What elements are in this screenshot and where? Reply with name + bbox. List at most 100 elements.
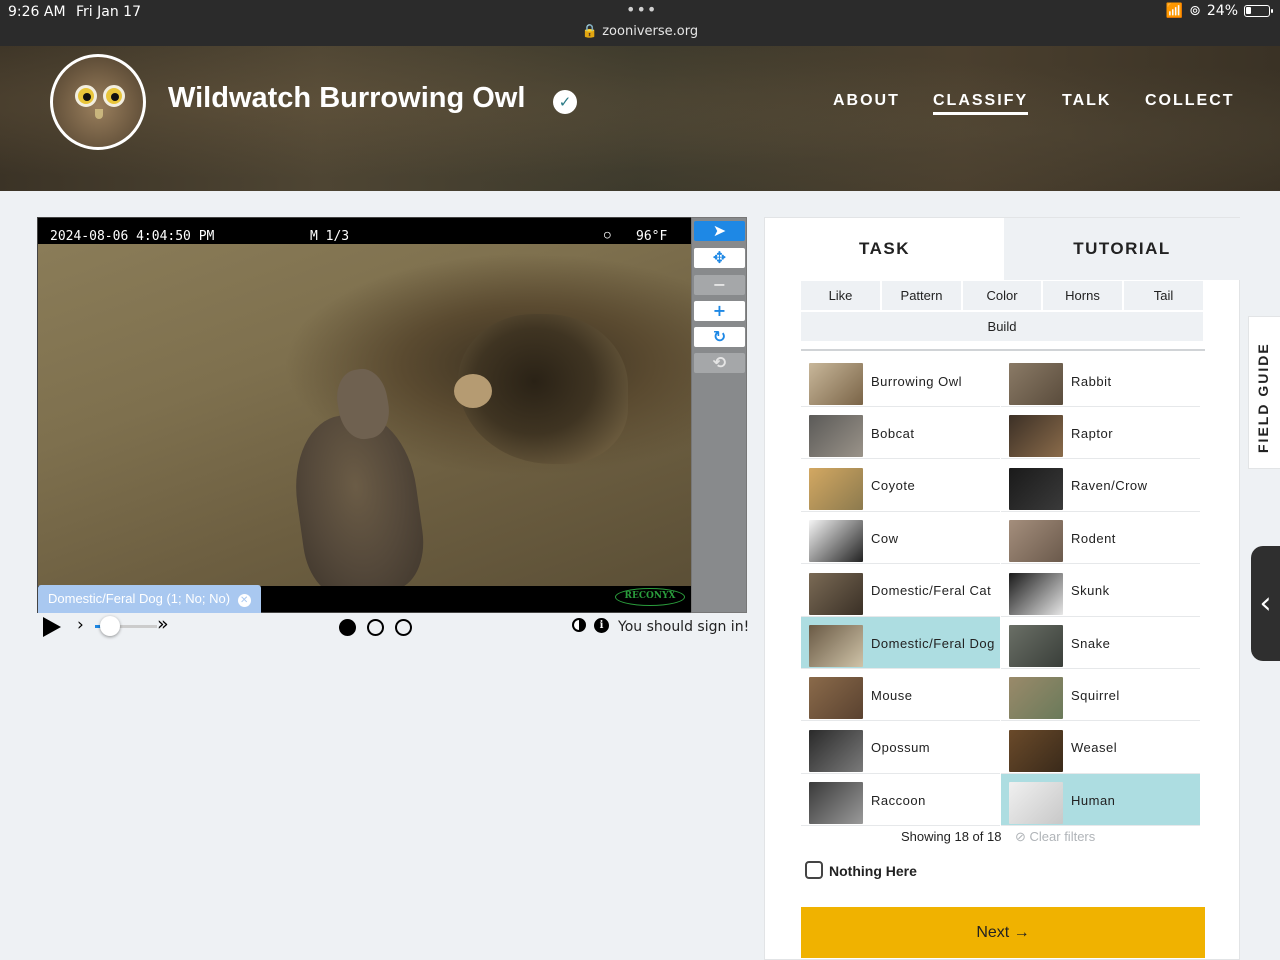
clock-time: 9:26 AM: [8, 4, 66, 20]
choice-rabbit[interactable]: Rabbit: [1001, 355, 1200, 407]
field-guide-tab[interactable]: FIELD GUIDE: [1248, 316, 1280, 469]
choice-weasel[interactable]: Weasel: [1001, 722, 1200, 774]
contrast-icon[interactable]: [572, 618, 586, 632]
choice-skunk[interactable]: Skunk: [1001, 565, 1200, 617]
owl-beak-icon: [95, 109, 103, 119]
status-bar: 9:26 AM Fri Jan 17 ••• 🔒 zooniverse.org …: [0, 0, 1280, 46]
address-bar[interactable]: 🔒 zooniverse.org: [0, 24, 1280, 39]
choice-thumbnail: [809, 782, 863, 825]
choice-label: Human: [1071, 792, 1116, 808]
zoom-in-icon[interactable]: +: [694, 301, 745, 321]
choice-mouse[interactable]: Mouse: [801, 669, 1000, 722]
choice-thumbnail: [809, 572, 863, 615]
choice-thumbnail: [809, 729, 863, 772]
more-dots-icon[interactable]: •••: [626, 0, 657, 19]
subject-image[interactable]: [38, 244, 691, 602]
fast-speed-icon[interactable]: »: [157, 613, 169, 635]
choice-squirrel[interactable]: Squirrel: [1001, 669, 1200, 722]
annotation-tag[interactable]: Domestic/Feral Dog (1; No; No) ✕: [38, 585, 261, 613]
tab-task[interactable]: TASK: [765, 218, 1004, 280]
choice-bobcat[interactable]: Bobcat: [801, 407, 1000, 460]
filter-color[interactable]: Color: [963, 281, 1041, 310]
choice-raccoon[interactable]: Raccoon: [801, 774, 1000, 827]
rotate-icon[interactable]: ↻: [694, 327, 745, 347]
filter-horns[interactable]: Horns: [1043, 281, 1122, 310]
choice-label: Snake: [1071, 635, 1111, 651]
move-icon[interactable]: ✥: [694, 248, 745, 268]
choice-cow[interactable]: Cow: [801, 512, 1000, 565]
choice-human[interactable]: Human: [1001, 774, 1200, 827]
choice-label: Raven/Crow: [1071, 478, 1148, 494]
choice-thumbnail: [1009, 782, 1063, 825]
project-title[interactable]: Wildwatch Burrowing Owl: [168, 82, 525, 115]
choice-snake[interactable]: Snake: [1001, 617, 1200, 669]
verified-check-icon: ✓: [553, 90, 577, 114]
filter-pattern[interactable]: Pattern: [882, 281, 961, 310]
filter-divider: [801, 349, 1205, 351]
choice-thumbnail: [809, 415, 863, 458]
choice-thumbnail: [1009, 729, 1063, 772]
info-icon[interactable]: i: [594, 618, 609, 633]
choice-opossum[interactable]: Opossum: [801, 722, 1000, 774]
camera-timestamp: 2024-08-06 4:04:50 PM: [50, 229, 215, 244]
pointer-icon[interactable]: ➤: [694, 221, 745, 241]
choice-thumbnail: [1009, 467, 1063, 510]
clear-filters-button[interactable]: ⊘ Clear filters: [1015, 829, 1095, 845]
camera-info-bar: 2024-08-06 4:04:50 PM M 1/3 ○ 96°F: [38, 218, 691, 244]
clear-filters-label: Clear filters: [1029, 829, 1096, 844]
choice-label: Raptor: [1071, 425, 1114, 441]
nav-about[interactable]: ABOUT: [833, 92, 900, 110]
nav-collect[interactable]: COLLECT: [1145, 92, 1235, 110]
speed-slider-knob[interactable]: [100, 616, 120, 636]
choice-label: Coyote: [871, 478, 916, 494]
choice-burrowing-owl[interactable]: Burrowing Owl: [801, 355, 1000, 407]
project-avatar[interactable]: [50, 54, 146, 150]
clock-date: Fri Jan 17: [76, 4, 141, 20]
zoom-out-icon[interactable]: −: [694, 275, 745, 295]
slow-speed-icon[interactable]: ›: [77, 615, 84, 635]
choice-label: Domestic/Feral Dog: [871, 635, 995, 651]
nav-classify[interactable]: CLASSIFY: [933, 92, 1029, 115]
project-header: Wildwatch Burrowing Owl ✓ ABOUT CLASSIFY…: [0, 46, 1280, 191]
nav-talk[interactable]: TALK: [1062, 92, 1111, 110]
choice-rodent[interactable]: Rodent: [1001, 512, 1200, 565]
filter-build[interactable]: Build: [801, 312, 1203, 341]
filter-like[interactable]: Like: [801, 281, 880, 310]
choice-thumbnail: [809, 363, 863, 405]
play-icon[interactable]: [43, 617, 61, 637]
frame-dot-1[interactable]: [339, 619, 356, 636]
rock: [454, 374, 492, 408]
nothing-here-checkbox[interactable]: [805, 861, 823, 879]
battery-percent: 24%: [1206, 3, 1238, 19]
nothing-here-label[interactable]: Nothing Here: [829, 863, 917, 879]
filter-tail[interactable]: Tail: [1124, 281, 1203, 310]
choice-label: Squirrel: [1071, 687, 1120, 703]
sidebar-handle-chevron-icon[interactable]: ‹: [1251, 546, 1280, 661]
choice-label: Raccoon: [871, 792, 926, 808]
reconyx-logo: RECONYX: [615, 588, 685, 606]
subject-viewer[interactable]: 2024-08-06 4:04:50 PM M 1/3 ○ 96°F RECON…: [37, 217, 692, 613]
frame-dot-3[interactable]: [395, 619, 412, 636]
status-icons: 📶 ⊚ 24%: [1166, 3, 1273, 19]
choice-label: Cow: [871, 530, 899, 546]
choice-label: Rabbit: [1071, 373, 1112, 389]
reset-icon[interactable]: ⟲: [694, 353, 745, 373]
choice-domestic-feral-cat[interactable]: Domestic/Feral Cat: [801, 565, 1000, 617]
choice-label: Skunk: [1071, 583, 1110, 599]
choice-raptor[interactable]: Raptor: [1001, 407, 1200, 460]
choice-label: Rodent: [1071, 530, 1116, 546]
rotation-lock-icon: ⊚: [1189, 3, 1201, 19]
next-button[interactable]: Next →: [801, 907, 1205, 958]
choice-thumbnail: [809, 467, 863, 510]
choice-label: Weasel: [1071, 740, 1118, 756]
tab-tutorial[interactable]: TUTORIAL: [1004, 218, 1240, 280]
owl-eye-icon: [75, 85, 97, 107]
choice-label: Opossum: [871, 740, 931, 756]
choice-raven-crow[interactable]: Raven/Crow: [1001, 460, 1200, 512]
frame-dot-2[interactable]: [367, 619, 384, 636]
choice-domestic-feral-dog[interactable]: Domestic/Feral Dog: [801, 617, 1000, 669]
remove-annotation-icon[interactable]: ✕: [237, 594, 251, 607]
annotation-tag-label: Domestic/Feral Dog (1; No; No): [48, 591, 231, 606]
image-toolbar: ➤ ✥ − + ↻ ⟲: [691, 217, 747, 613]
choice-coyote[interactable]: Coyote: [801, 460, 1000, 512]
